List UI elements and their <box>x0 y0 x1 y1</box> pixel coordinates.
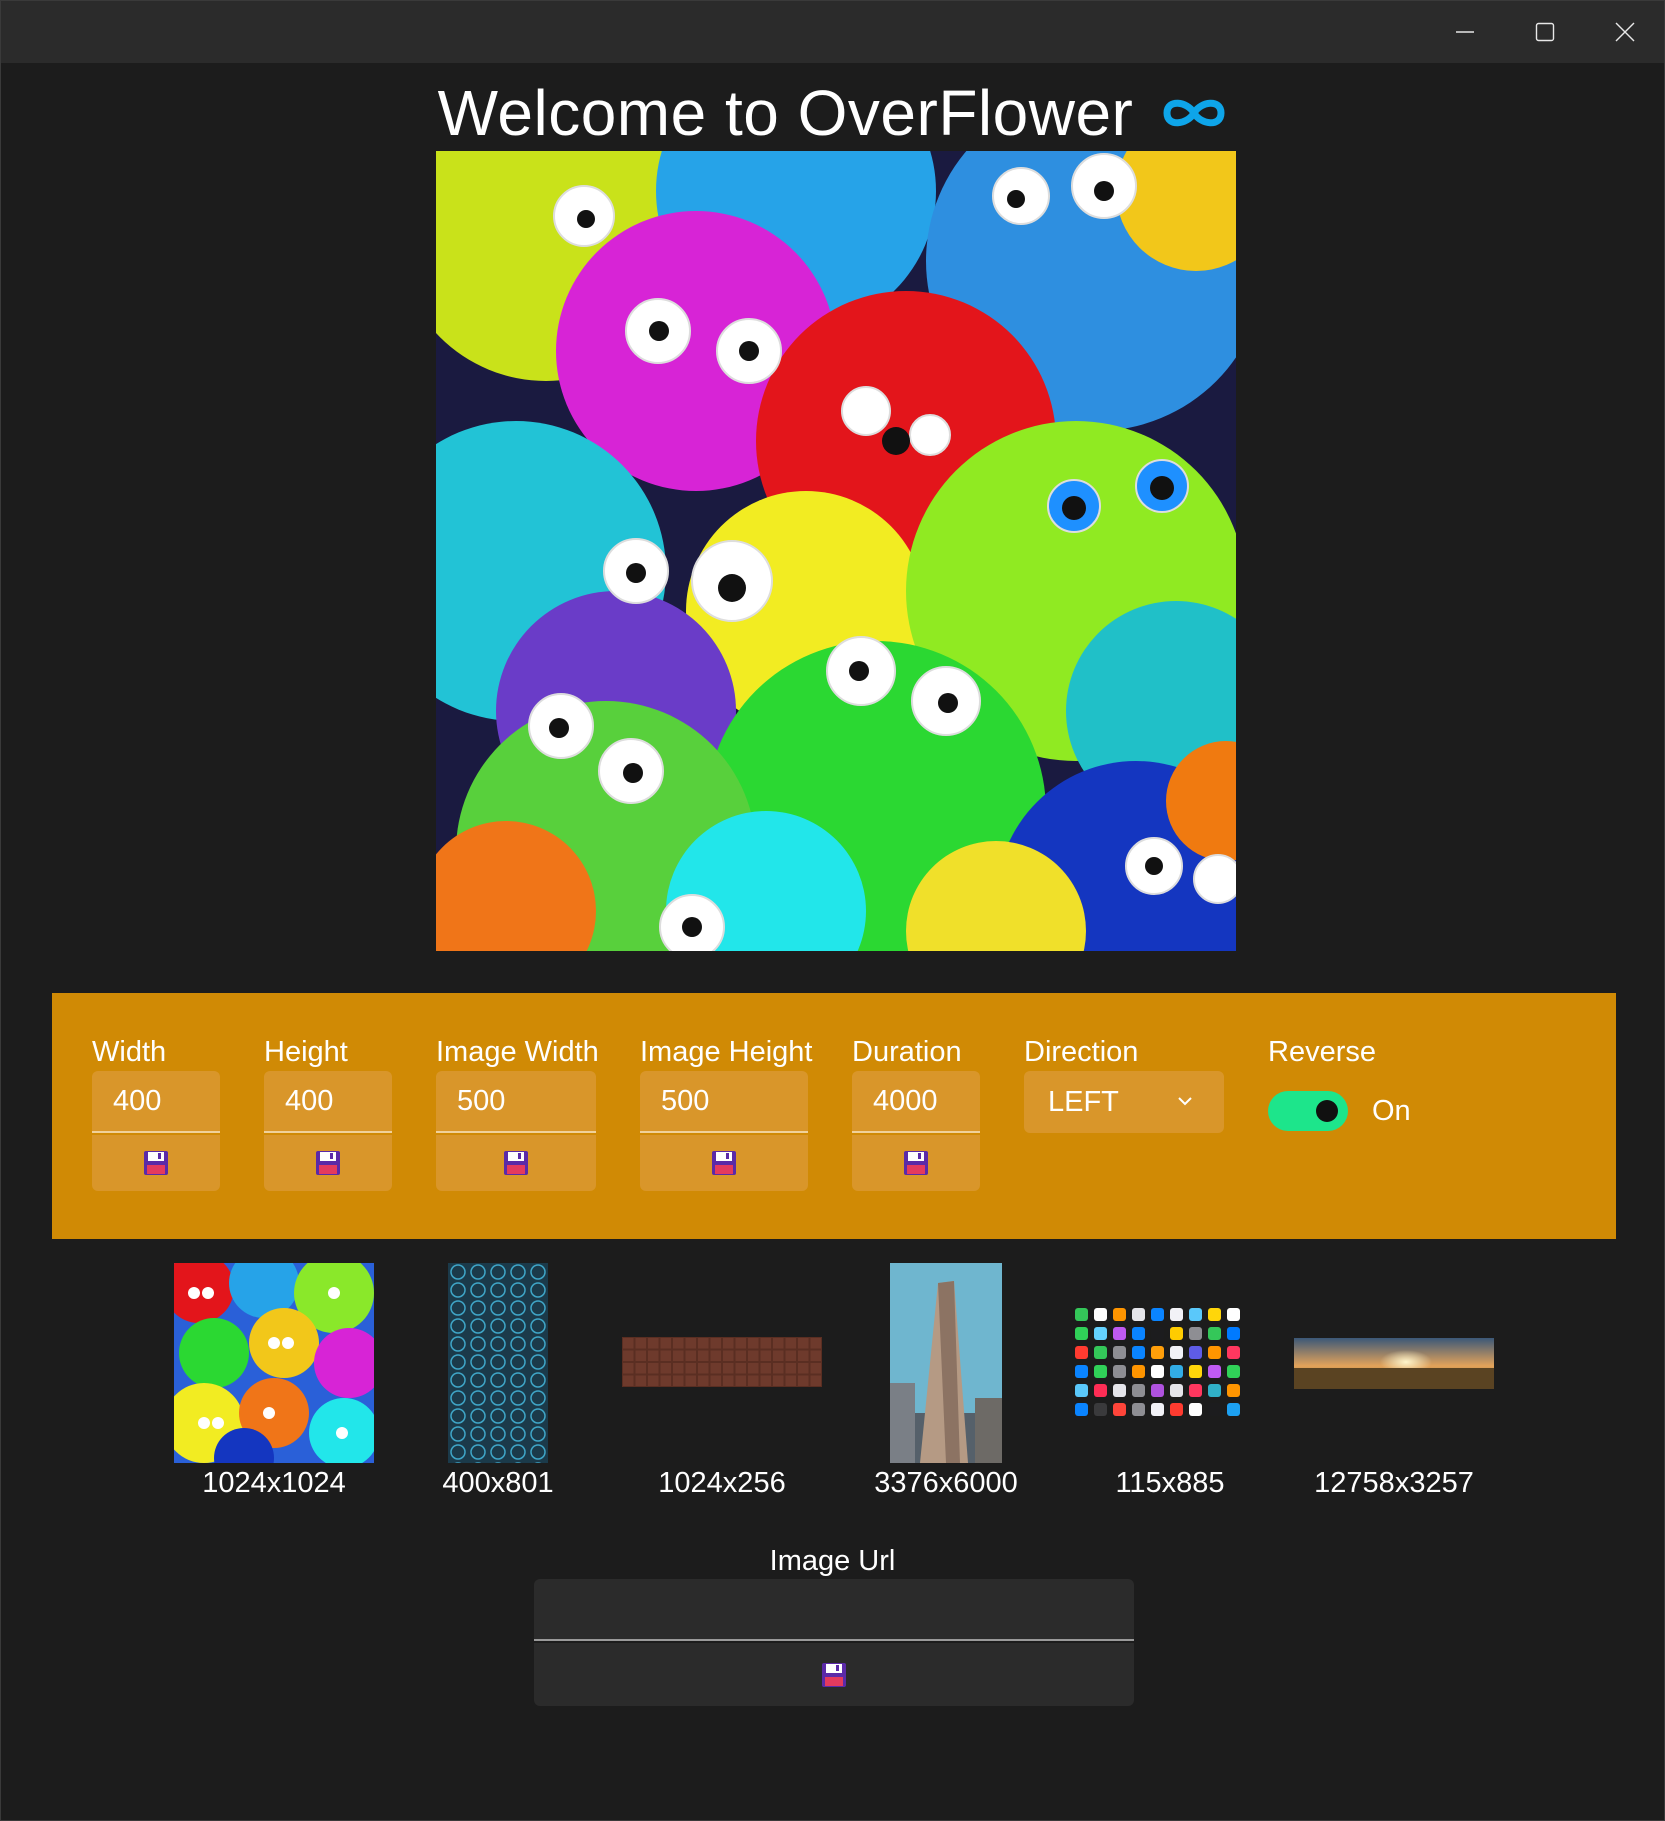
direction-dropdown[interactable]: LEFT <box>1024 1071 1224 1133</box>
reverse-label: Reverse <box>1268 1036 1376 1068</box>
image-url-input[interactable] <box>534 1579 1134 1641</box>
image-url-label: Image Url <box>769 1545 896 1577</box>
maximize-icon <box>1535 22 1555 42</box>
duration-label: Duration <box>852 1036 962 1068</box>
image-height-label: Image Height <box>640 1036 813 1068</box>
thumbnail-caption: 1024x1024 <box>202 1467 346 1499</box>
width-input[interactable]: 400 <box>92 1071 220 1133</box>
floppy-disk-icon <box>904 1151 928 1175</box>
maximize-button[interactable] <box>1505 1 1585 63</box>
image-width-input[interactable]: 500 <box>436 1071 596 1133</box>
thumbnail-building[interactable] <box>890 1263 1002 1463</box>
save-image-width-button[interactable] <box>436 1135 596 1191</box>
save-image-height-button[interactable] <box>640 1135 808 1191</box>
save-duration-button[interactable] <box>852 1135 980 1191</box>
floppy-disk-icon <box>504 1151 528 1175</box>
minimize-button[interactable] <box>1425 1 1505 63</box>
title-bar <box>1 1 1664 63</box>
thumbnail-chocolate[interactable] <box>622 1337 822 1387</box>
thumbnail-hexagon-pattern[interactable] <box>448 1263 548 1463</box>
thumbnail-caption: 1024x256 <box>658 1467 786 1499</box>
floppy-disk-icon <box>144 1151 168 1175</box>
height-label: Height <box>264 1036 348 1068</box>
duration-input[interactable]: 4000 <box>852 1071 980 1133</box>
image-height-input[interactable]: 500 <box>640 1071 808 1133</box>
thumbnail-panorama[interactable] <box>1294 1338 1494 1389</box>
height-input[interactable]: 400 <box>264 1071 392 1133</box>
thumbnail-monsters[interactable] <box>174 1263 374 1463</box>
reverse-state-text: On <box>1372 1095 1411 1127</box>
width-label: Width <box>92 1036 167 1068</box>
thumbnail-caption: 400x801 <box>442 1467 554 1499</box>
chevron-down-icon <box>1176 1071 1194 1155</box>
page-title: Welcome to OverFlower <box>437 77 1134 149</box>
direction-label: Direction <box>1024 1036 1139 1068</box>
thumbnail-caption: 3376x6000 <box>874 1467 1018 1499</box>
preview-image <box>436 151 1236 951</box>
direction-value: LEFT <box>1048 1086 1119 1118</box>
toggle-knob <box>1316 1100 1338 1122</box>
minimize-icon <box>1456 31 1474 33</box>
floppy-disk-icon <box>712 1151 736 1175</box>
app-window: Welcome to OverFlower Width 400 Height 4… <box>0 0 1665 1821</box>
thumbnail-app-icons[interactable] <box>1070 1303 1270 1423</box>
floppy-disk-icon <box>822 1662 846 1687</box>
close-icon <box>1615 22 1635 42</box>
thumbnail-caption: 12758x3257 <box>1314 1467 1474 1499</box>
save-height-button[interactable] <box>264 1135 392 1191</box>
floppy-disk-icon <box>316 1151 340 1175</box>
save-image-url-button[interactable] <box>534 1643 1134 1706</box>
reverse-toggle[interactable] <box>1268 1091 1348 1131</box>
thumbnail-caption: 115x885 <box>1115 1467 1225 1499</box>
infinity-icon <box>1163 99 1225 127</box>
close-button[interactable] <box>1585 1 1665 63</box>
heading-row: Welcome to OverFlower <box>1 69 1664 157</box>
image-width-label: Image Width <box>436 1036 599 1068</box>
save-width-button[interactable] <box>92 1135 220 1191</box>
settings-panel: Width 400 Height 400 Image Width 500 Ima… <box>52 993 1616 1239</box>
